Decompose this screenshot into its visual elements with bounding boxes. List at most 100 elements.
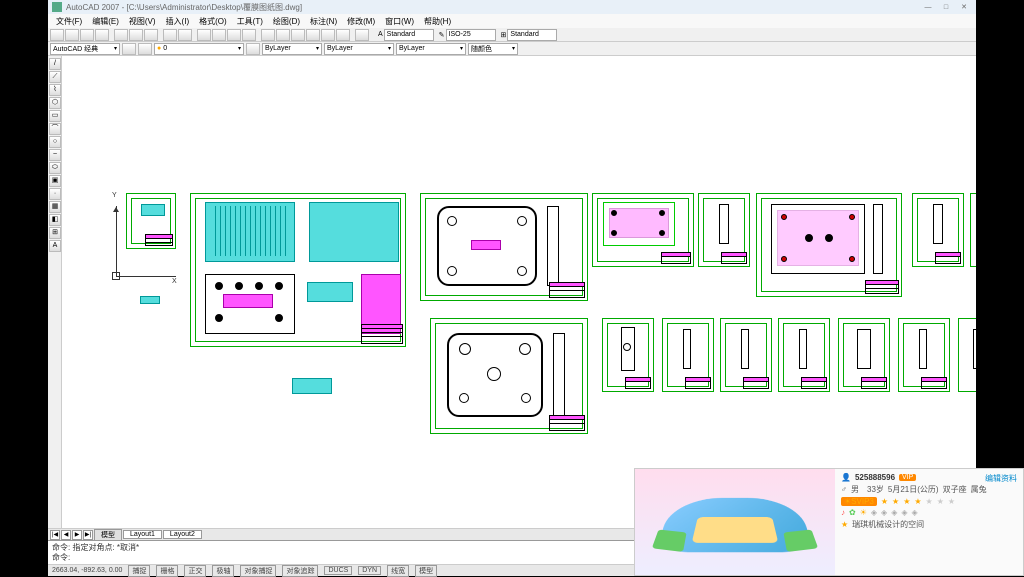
dimstyle-combo[interactable]: ISO-25 (446, 29, 496, 41)
tablestyle-combo[interactable]: Standard (507, 29, 557, 41)
open-icon[interactable] (65, 29, 79, 41)
tablestyle-icon: ⊞ (501, 31, 507, 39)
zoom-previous-icon[interactable] (242, 29, 256, 41)
grid-toggle[interactable]: 栅格 (156, 565, 178, 577)
tab-layout1[interactable]: Layout1 (123, 530, 162, 539)
close-button[interactable]: ✕ (956, 2, 972, 12)
polygon-icon[interactable]: ⬡ (49, 97, 61, 109)
polyline-icon[interactable]: ⌇ (49, 84, 61, 96)
menu-tools[interactable]: 工具(T) (233, 16, 267, 27)
profile-zodiac: 双子座 (943, 484, 967, 495)
polar-toggle[interactable]: 极轴 (212, 565, 234, 577)
cut-icon[interactable] (114, 29, 128, 41)
menu-help[interactable]: 帮助(H) (420, 16, 455, 27)
paste-icon[interactable] (144, 29, 158, 41)
tab-layout2[interactable]: Layout2 (163, 530, 202, 539)
menu-format[interactable]: 格式(O) (195, 16, 231, 27)
maximize-button[interactable]: □ (938, 2, 954, 12)
point-icon[interactable]: · (49, 188, 61, 200)
hatch-icon[interactable]: ▦ (49, 201, 61, 213)
menu-window[interactable]: 窗口(W) (381, 16, 418, 27)
ducs-toggle[interactable]: DUCS (324, 566, 352, 575)
color-combo[interactable]: ByLayer (262, 43, 322, 55)
menu-file[interactable]: 文件(F) (52, 16, 86, 27)
sheet-set-icon[interactable] (306, 29, 320, 41)
mtext-icon[interactable]: A (49, 240, 61, 252)
layer-prop-icon[interactable] (122, 43, 136, 55)
drawing-sheet-3b (430, 318, 588, 434)
app-icon (52, 2, 62, 12)
service-icon: ◈ (912, 508, 918, 517)
drawing-sheet-r2-1 (602, 318, 654, 392)
tab-next-button[interactable]: ▶ (72, 530, 82, 540)
table-icon[interactable]: ⊞ (49, 227, 61, 239)
star-icon: ★ (937, 497, 944, 506)
textstyle-combo[interactable]: Standard (384, 29, 434, 41)
tab-model[interactable]: 模型 (94, 529, 122, 541)
layer-states-icon[interactable] (138, 43, 152, 55)
3d-render-thumbnail (635, 469, 835, 575)
drawing-sheet-r2-6 (898, 318, 950, 392)
save-icon[interactable] (80, 29, 94, 41)
help-icon[interactable] (355, 29, 369, 41)
menu-insert[interactable]: 插入(I) (162, 16, 194, 27)
workspace-combo[interactable]: AutoCAD 经典 (50, 43, 120, 55)
pan-icon[interactable] (197, 29, 211, 41)
tab-last-button[interactable]: ▶| (83, 530, 93, 540)
drawing-sheet-8 (970, 193, 976, 267)
osnap-toggle[interactable]: 对象捕捉 (240, 565, 276, 577)
spline-icon[interactable]: ~ (49, 149, 61, 161)
ortho-toggle[interactable]: 正交 (184, 565, 206, 577)
calc-icon[interactable] (336, 29, 350, 41)
lwt-toggle[interactable]: 线宽 (387, 565, 409, 577)
redo-icon[interactable] (178, 29, 192, 41)
minimize-button[interactable]: — (920, 2, 936, 12)
new-icon[interactable] (50, 29, 64, 41)
drawing-sheet-5 (698, 193, 750, 267)
layer-previous-icon[interactable] (246, 43, 260, 55)
menu-modify[interactable]: 修改(M) (343, 16, 379, 27)
copy-icon[interactable] (129, 29, 143, 41)
print-icon[interactable] (95, 29, 109, 41)
zoom-realtime-icon[interactable] (212, 29, 226, 41)
star-icon: ★ (903, 497, 910, 506)
zoom-window-icon[interactable] (227, 29, 241, 41)
star-icon: ★ (892, 497, 899, 506)
service-icon: ◈ (891, 508, 897, 517)
menu-view[interactable]: 视图(V) (125, 16, 160, 27)
plotstyle-combo[interactable]: 随颜色 (468, 43, 518, 55)
ellipse-icon[interactable]: ⬭ (49, 162, 61, 174)
menu-edit[interactable]: 编辑(E) (88, 16, 123, 27)
linetype-combo[interactable]: ByLayer (324, 43, 394, 55)
tool-palettes-icon[interactable] (291, 29, 305, 41)
circle-icon[interactable]: ○ (49, 136, 61, 148)
menu-draw[interactable]: 绘图(D) (269, 16, 304, 27)
menu-dimension[interactable]: 标注(N) (306, 16, 341, 27)
edit-profile-link[interactable]: 编辑资料 (985, 473, 1017, 484)
lineweight-combo[interactable]: ByLayer (396, 43, 466, 55)
tab-first-button[interactable]: |◀ (50, 530, 60, 540)
properties-icon[interactable] (261, 29, 275, 41)
profile-overlay: 编辑资料 👤 525888596 VIP ♂ 男 33岁 5月21日(公历) 双… (634, 468, 1024, 576)
design-center-icon[interactable] (276, 29, 290, 41)
xline-icon[interactable]: ⟋ (49, 71, 61, 83)
drawing-canvas[interactable]: Y X (62, 56, 976, 528)
undo-icon[interactable] (163, 29, 177, 41)
line-icon[interactable]: / (49, 58, 61, 70)
star-icon: ★ (881, 497, 888, 506)
drawing-sheet-7 (912, 193, 964, 267)
tab-prev-button[interactable]: ◀ (61, 530, 71, 540)
rectangle-icon[interactable]: ▭ (49, 110, 61, 122)
markup-icon[interactable] (321, 29, 335, 41)
model-toggle[interactable]: 模型 (415, 565, 437, 577)
badge-row: ♪ ✿ ☀ ◈ ◈ ◈ ◈ ◈ (841, 508, 1017, 517)
otrack-toggle[interactable]: 对象追踪 (282, 565, 318, 577)
drawing-sheet-1 (126, 193, 176, 249)
arc-icon[interactable]: ⌒ (49, 123, 61, 135)
layer-combo[interactable]: ● 0 (154, 43, 244, 55)
block-icon[interactable]: ▣ (49, 175, 61, 187)
dyn-toggle[interactable]: DYN (358, 566, 381, 575)
snap-toggle[interactable]: 捕捉 (128, 565, 150, 577)
region-icon[interactable]: ◧ (49, 214, 61, 226)
menubar: 文件(F) 编辑(E) 视图(V) 插入(I) 格式(O) 工具(T) 绘图(D… (48, 14, 976, 28)
